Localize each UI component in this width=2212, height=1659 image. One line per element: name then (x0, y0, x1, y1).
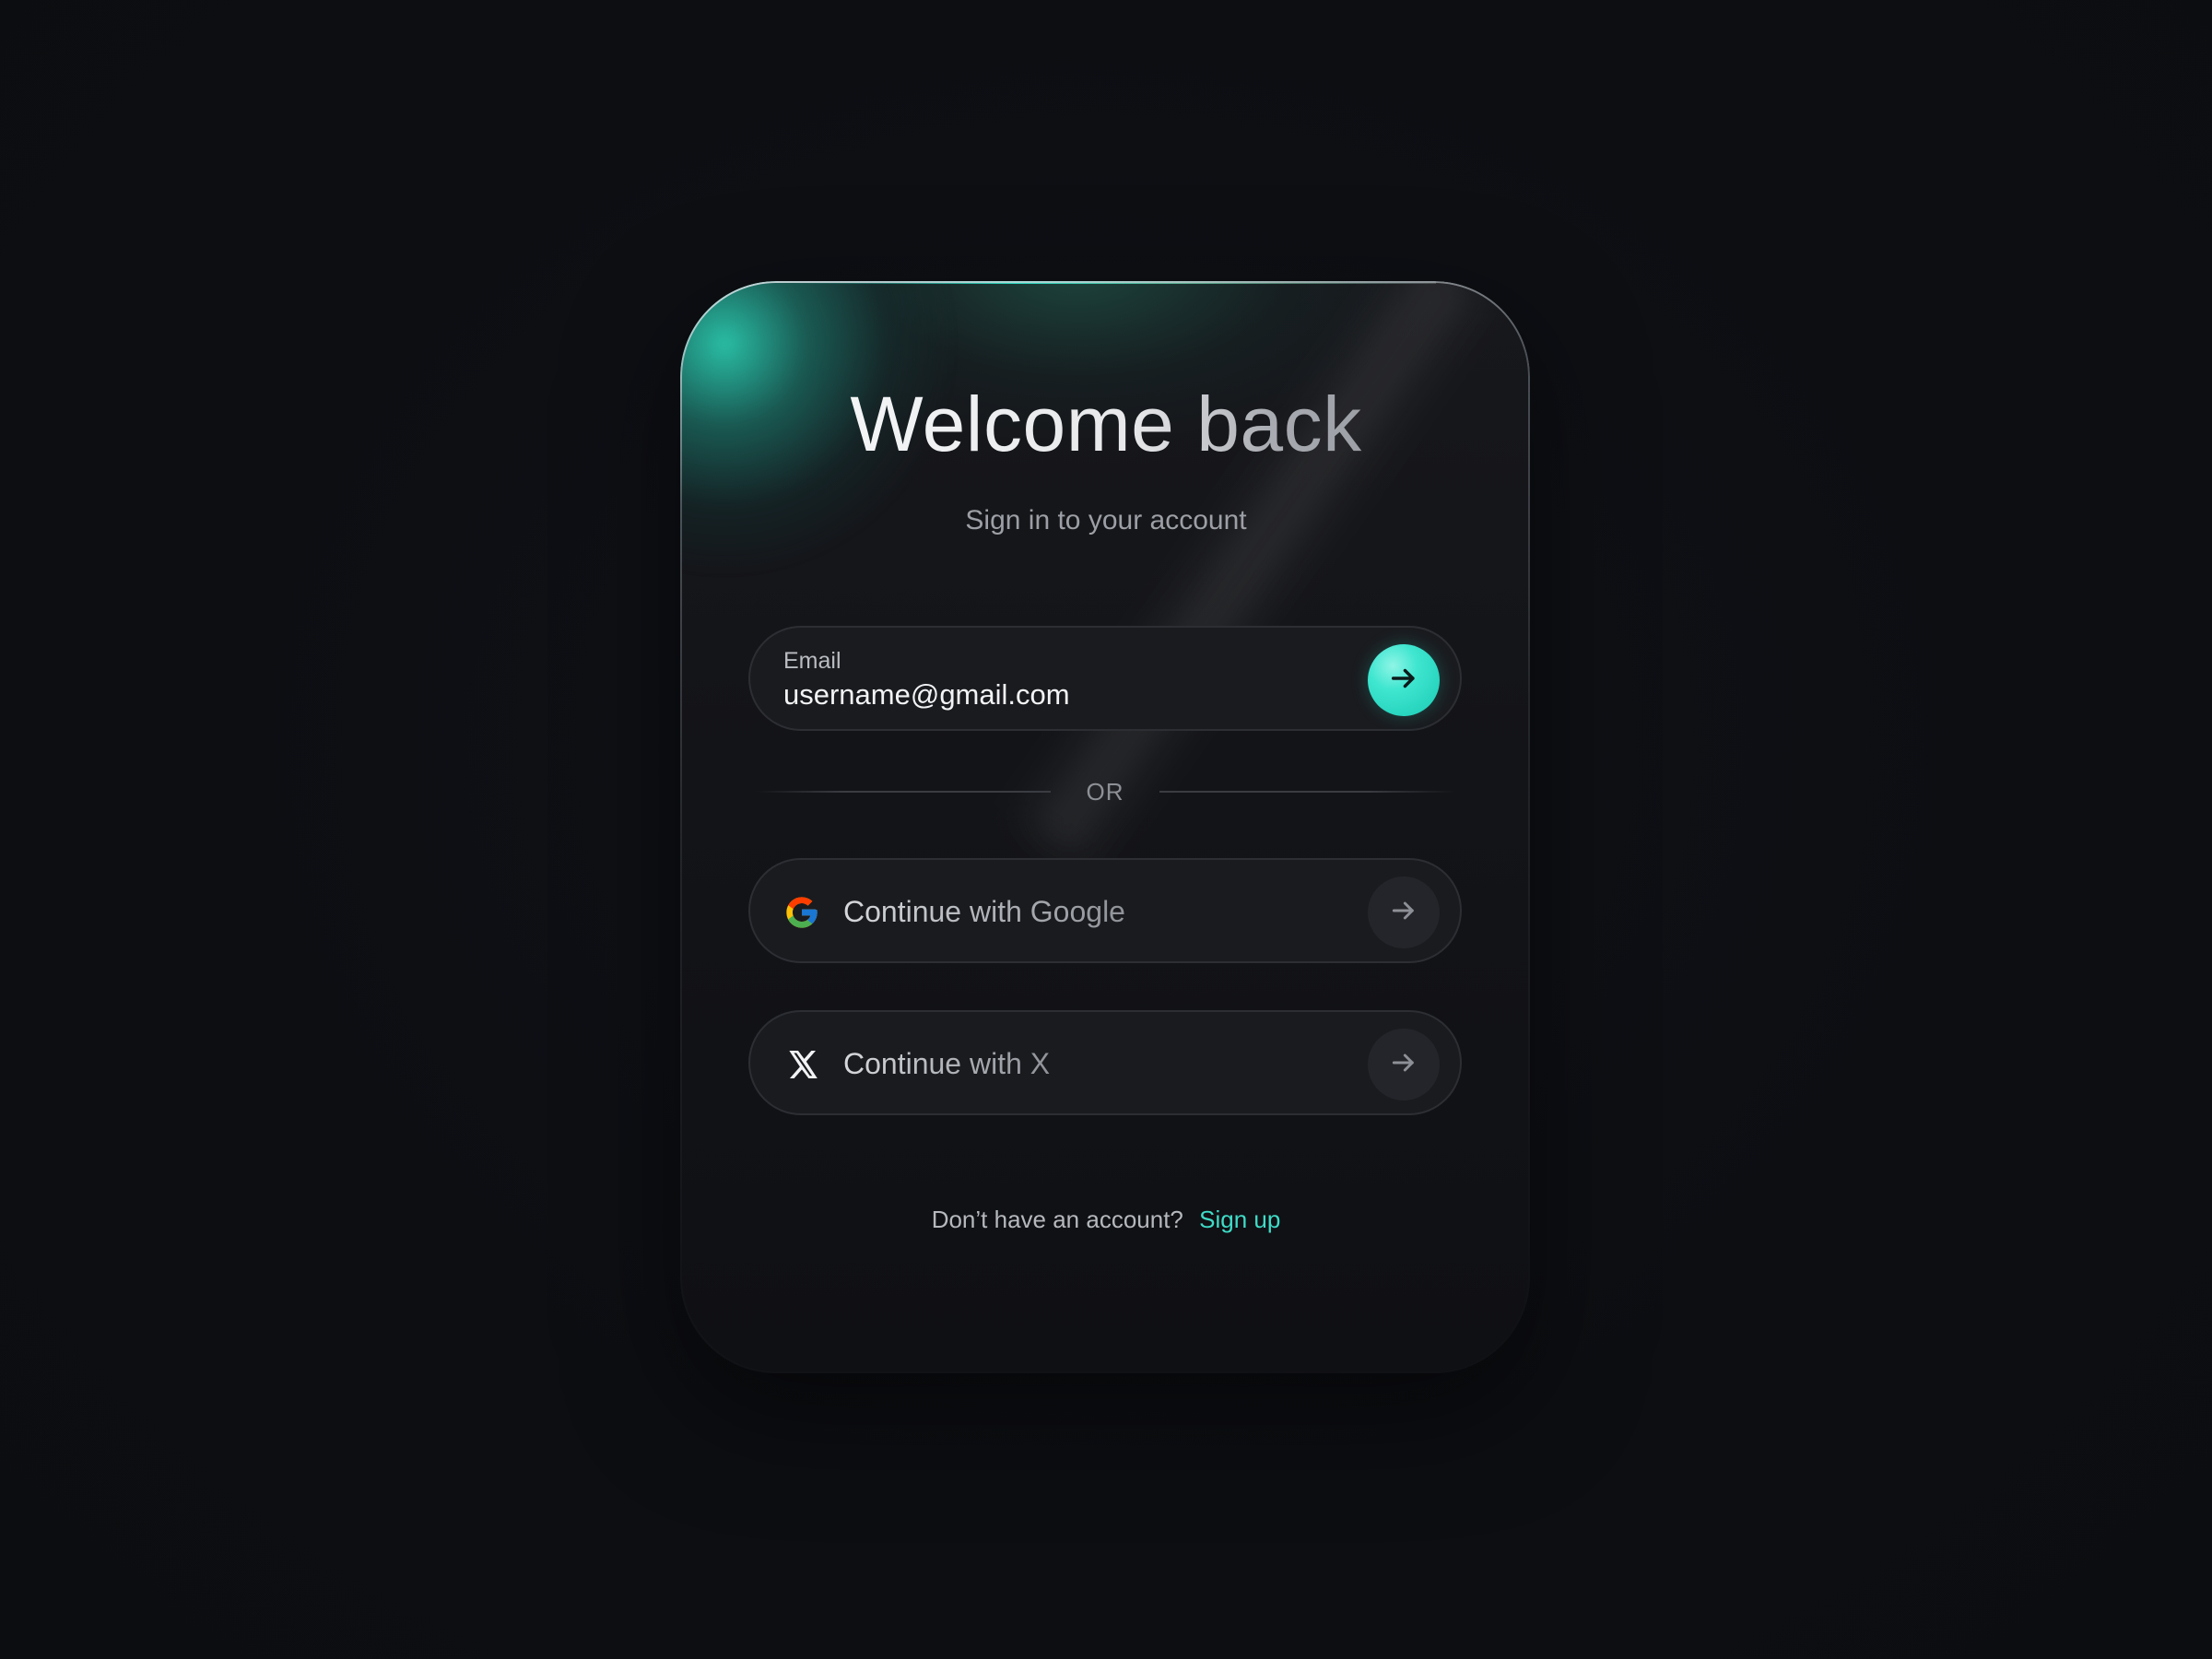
arrow-right-icon (1389, 1048, 1418, 1082)
x-logo-icon (783, 1046, 820, 1083)
email-input[interactable] (783, 677, 1300, 713)
arrow-right-icon (1388, 663, 1419, 699)
page-title: Welcome back (830, 378, 1382, 470)
signup-prompt: Don’t have an account? Sign up (830, 1202, 1382, 1237)
google-arrow-button[interactable] (1368, 877, 1440, 948)
x-button-label: Continue with X (843, 1047, 1051, 1080)
divider-or-label: OR (1086, 778, 1124, 806)
card-top-highlight (791, 281, 1436, 284)
continue-with-x-button[interactable]: Continue with X (748, 1010, 1462, 1115)
email-submit-button[interactable] (1368, 644, 1440, 716)
signup-link[interactable]: Sign up (1199, 1206, 1280, 1233)
x-arrow-button[interactable] (1368, 1029, 1440, 1100)
email-label: Email (783, 648, 841, 674)
email-field[interactable]: Email (748, 626, 1462, 731)
title-container: Welcome back (830, 378, 1382, 470)
arrow-right-icon (1389, 896, 1418, 930)
google-icon (783, 894, 820, 931)
page-background: Welcome back Sign in to your account Ema… (0, 0, 2212, 1659)
continue-with-google-button[interactable]: Continue with Google (748, 858, 1462, 963)
divider-line-right (1159, 791, 1456, 793)
divider-line-left (756, 791, 1051, 793)
google-button-label: Continue with Google (843, 895, 1125, 928)
signup-prompt-text: Don’t have an account? (931, 1206, 1183, 1233)
page-subtitle: Sign in to your account (965, 505, 1247, 535)
